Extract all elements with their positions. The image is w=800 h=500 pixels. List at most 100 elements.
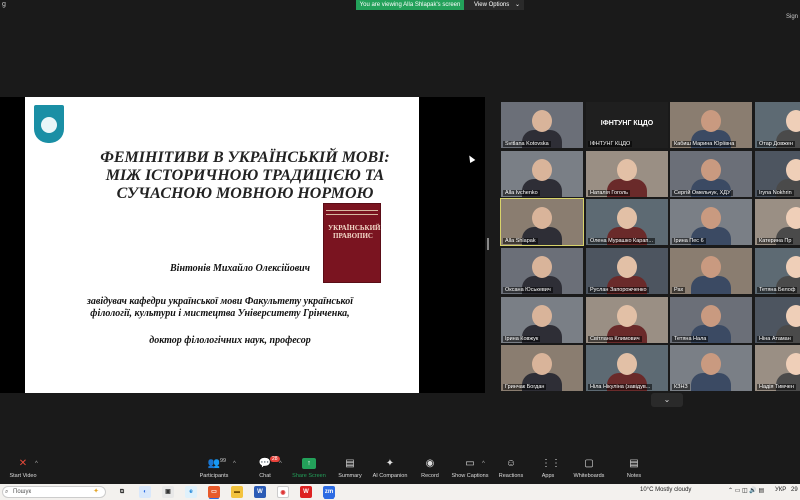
show-captions-label: Show Captions xyxy=(451,473,489,479)
participant-name: Тетяна Нала xyxy=(672,336,709,342)
participant-head xyxy=(532,110,552,132)
slide-title: ФЕМІНІТИВИ В УКРАЇНСЬКІЙ МОВІ: МІЖ ІСТОР… xyxy=(100,149,390,202)
participant-head xyxy=(617,159,637,181)
whiteboard-icon: ▢ xyxy=(584,458,594,469)
captions-options-caret-icon[interactable]: ^ xyxy=(482,461,485,467)
notes-icon: ▤ xyxy=(629,458,639,469)
participant-name: Тетяна Белоф xyxy=(757,287,798,293)
participant-head xyxy=(701,256,721,278)
chevron-down-icon: ⌄ xyxy=(514,2,520,8)
participant-tile[interactable]: КЗНЗ xyxy=(670,345,752,391)
search-icon: ⌕ xyxy=(5,489,9,495)
participant-tile[interactable]: Кабиш Марина Юріївна xyxy=(670,102,752,148)
participants-count: 99 xyxy=(220,458,227,464)
participants-button[interactable]: 👥 99 Participants xyxy=(191,458,237,479)
slide-letterbox-right xyxy=(419,97,485,393)
participant-tile[interactable]: Сергій Омельчук, ХДУ xyxy=(670,151,752,197)
slide-letterbox-left xyxy=(0,97,25,393)
taskbar-clock[interactable]: 29 xyxy=(791,487,798,493)
apps-label: Apps xyxy=(541,473,555,479)
participant-tile[interactable]: Руслан Запорожченко xyxy=(586,248,668,294)
summary-icon: ▤ xyxy=(345,458,355,469)
participant-tile[interactable]: Ірина Пес 6 xyxy=(670,199,752,245)
participant-name: Alla Ivchenko xyxy=(503,190,540,196)
participant-tile[interactable]: Alla Shlapak xyxy=(500,198,584,246)
participant-name: Надія Тимчен xyxy=(757,384,796,390)
participant-head xyxy=(786,110,800,132)
participant-name: Гринчак Богдан xyxy=(503,384,547,390)
screen-share-banner: You are viewing Alla Shlapak's screen xyxy=(356,0,464,10)
participant-tile[interactable]: Alla Ivchenko xyxy=(501,151,583,197)
participant-tile[interactable]: Світлана Климович xyxy=(586,297,668,343)
copilot-icon[interactable]: ◐ xyxy=(139,486,151,498)
participant-head xyxy=(701,207,721,229)
file-explorer-icon[interactable]: ▬ xyxy=(231,486,243,498)
view-options-button[interactable]: View Options ⌄ xyxy=(464,0,524,10)
top-right-fragment: Sign xyxy=(785,14,798,20)
participant-name: Олена Мурашко Карап... xyxy=(588,238,655,244)
chrome-browser-icon[interactable]: ◉ xyxy=(277,486,289,498)
share-screen-label: Share Screen xyxy=(292,473,326,479)
participant-name: Ніна Атаман xyxy=(757,336,793,342)
participant-tile[interactable]: Ірина Ковжук xyxy=(501,297,583,343)
meeting-toolbar: ✕ Start Video ^ 👥 99 Participants ^ 💬 28… xyxy=(0,456,800,484)
show-captions-button[interactable]: ▭ Show Captions xyxy=(447,458,493,479)
video-options-caret-icon[interactable]: ^ xyxy=(35,461,38,467)
word-icon[interactable]: W xyxy=(254,486,266,498)
participants-options-caret-icon[interactable]: ^ xyxy=(233,461,236,467)
edge-browser-icon[interactable]: e xyxy=(185,486,197,498)
participant-head xyxy=(617,305,637,327)
participant-tile[interactable]: Ніна Атаман xyxy=(755,297,800,343)
start-video-button[interactable]: ✕ Start Video xyxy=(0,458,46,479)
taskbar-search-input[interactable]: ⌕ Пошук ✦ xyxy=(2,486,106,498)
whiteboards-button[interactable]: ▢ Whiteboards xyxy=(566,458,612,479)
share-screen-button[interactable]: ↑ Share Screen xyxy=(286,458,332,479)
participant-head xyxy=(532,353,552,375)
participant-name: Ірина Пес 6 xyxy=(672,238,706,244)
search-highlight-icon: ✦ xyxy=(93,488,99,495)
weather-widget[interactable]: 10°C Mostly cloudy xyxy=(640,487,691,493)
participant-tile[interactable]: Тетяна Нала xyxy=(670,297,752,343)
participant-name: Світлана Климович xyxy=(588,336,642,342)
system-tray-icons[interactable]: ⌃ ▭ ◫ 🔊 ▤ xyxy=(728,487,764,494)
participant-head xyxy=(786,305,800,327)
participant-tile[interactable]: Катерина Пр xyxy=(755,199,800,245)
task-view-icon[interactable]: ⧉ xyxy=(116,486,128,498)
book-stripe xyxy=(326,210,378,215)
participant-head xyxy=(701,353,721,375)
participant-tile[interactable]: Оксана Юськевич xyxy=(501,248,583,294)
participant-tile[interactable]: ІФНТУНГ КЦДО ІФНТУНГ КЦДО xyxy=(586,102,668,148)
zoom-app-icon[interactable]: zm xyxy=(323,486,335,498)
chat-options-caret-icon[interactable]: ^ xyxy=(279,461,282,467)
participant-body xyxy=(691,373,731,391)
participant-tile[interactable]: Ніла Нікуліна (завідув... xyxy=(586,345,668,391)
participant-name: Кабиш Марина Юріївна xyxy=(672,141,737,147)
participant-tile[interactable]: Отар Довжен xyxy=(755,102,800,148)
participant-display-label: ІФНТУНГ КЦДО xyxy=(600,120,654,127)
red-app-icon[interactable]: W xyxy=(300,486,312,498)
input-language-indicator[interactable]: УКР xyxy=(775,487,786,493)
participant-tile[interactable]: Svitlana Kotovska xyxy=(501,102,583,148)
participant-head xyxy=(617,207,637,229)
record-icon: ◉ xyxy=(425,458,435,469)
participant-head xyxy=(617,256,637,278)
powerpoint-icon[interactable]: ▭ xyxy=(208,486,220,498)
store-icon[interactable]: ▣ xyxy=(162,486,174,498)
reactions-icon: ☺ xyxy=(505,458,517,469)
participant-tile[interactable]: Гринчак Богдан xyxy=(501,345,583,391)
participant-head xyxy=(617,353,637,375)
participant-tile[interactable]: Рах xyxy=(670,248,752,294)
participant-tile[interactable]: Тетяна Белоф xyxy=(755,248,800,294)
participant-tile[interactable]: Надія Тимчен xyxy=(755,345,800,391)
notes-button[interactable]: ▤ Notes xyxy=(611,458,657,479)
panel-splitter-handle[interactable] xyxy=(487,238,489,250)
slide-author: Вінтонів Михайло Олексійович xyxy=(170,263,310,274)
apps-button[interactable]: ⋮⋮ Apps xyxy=(525,458,571,479)
gallery-next-page-button[interactable]: ⌄ xyxy=(651,393,683,407)
participant-tile[interactable]: Наталія Гоголь xyxy=(586,151,668,197)
participant-tile[interactable]: Олена Мурашко Карап... xyxy=(586,199,668,245)
share-screen-icon: ↑ xyxy=(302,458,316,469)
participant-body xyxy=(691,276,731,294)
participant-tile[interactable]: Iryna Nokhrin xyxy=(755,151,800,197)
apps-icon: ⋮⋮ xyxy=(541,458,561,469)
